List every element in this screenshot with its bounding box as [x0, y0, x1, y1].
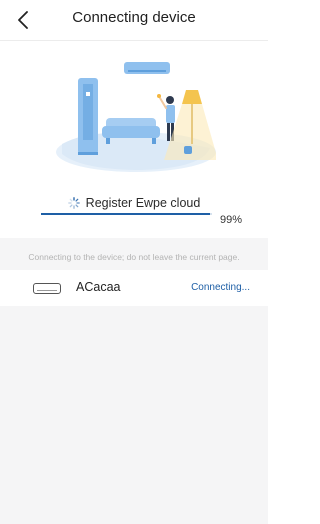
air-conditioner-illustration — [56, 62, 216, 172]
progress-percent: 99% — [220, 214, 243, 226]
status-text: Register Ewpe cloud — [85, 196, 201, 210]
device-name: ACacaa — [76, 280, 121, 294]
device-status: Connecting... — [191, 282, 250, 293]
page-title: Connecting device — [72, 9, 196, 26]
progress-bar-fill — [41, 213, 211, 215]
air-conditioner-unit-icon — [33, 283, 61, 294]
loading-spinner-icon — [67, 197, 80, 209]
connection-status: Register Ewpe cloud — [0, 194, 268, 212]
header-bar: Connecting device — [0, 0, 268, 41]
notice-text: Connecting to the device; do not leave t… — [28, 252, 240, 262]
device-list-item[interactable]: ACacaa Connecting... — [0, 270, 268, 306]
progress-bar — [41, 213, 212, 215]
